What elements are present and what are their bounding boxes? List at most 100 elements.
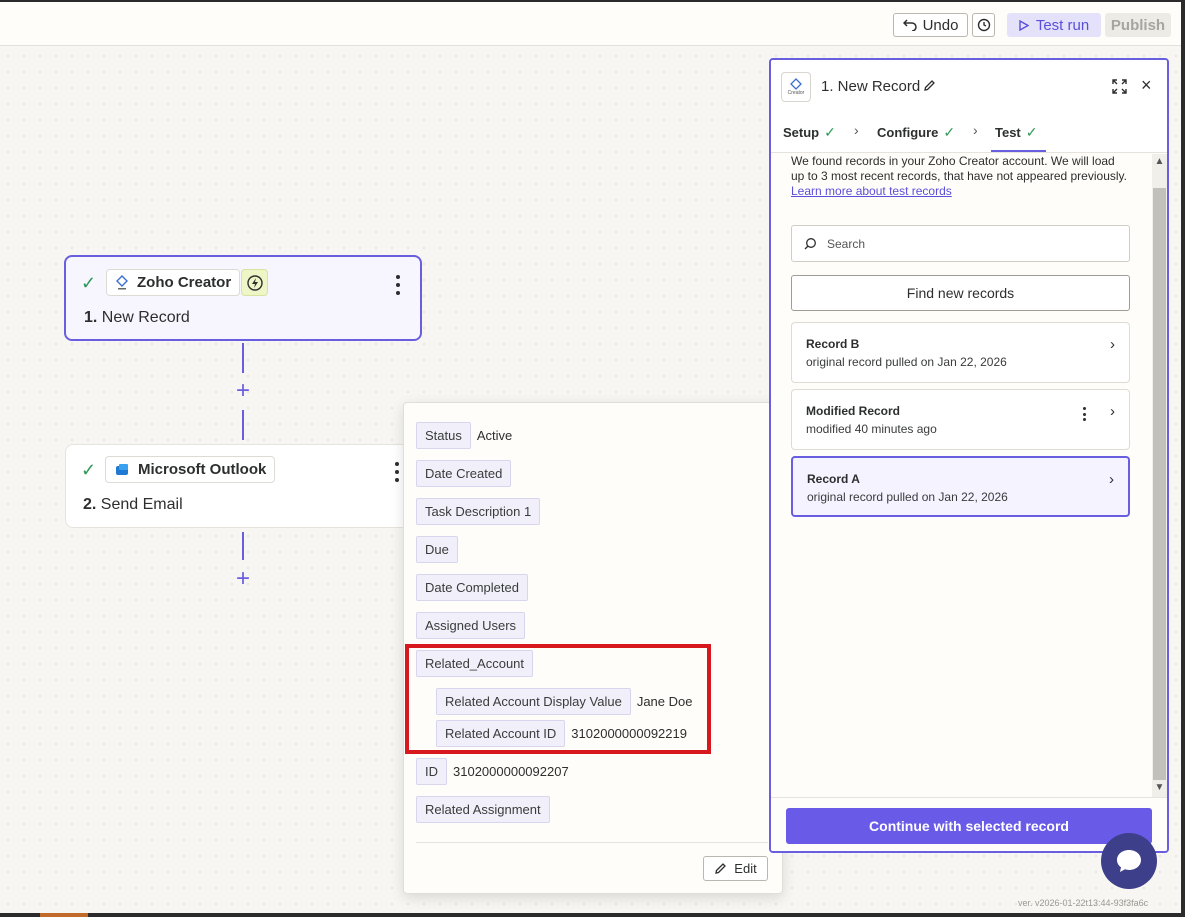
- connector-line: [242, 343, 244, 373]
- history-icon: [977, 18, 990, 32]
- check-icon: ✓: [81, 273, 97, 293]
- search-input[interactable]: Search: [791, 225, 1130, 262]
- step-menu-icon[interactable]: [394, 462, 400, 482]
- undo-label: Undo: [922, 16, 959, 34]
- rename-pencil-icon[interactable]: [923, 79, 936, 92]
- record-item-selected[interactable]: Record A original record pulled on Jan 2…: [791, 456, 1130, 517]
- panel-title: 1. New Record: [821, 78, 921, 95]
- record-title: Modified Record: [806, 404, 901, 418]
- highlight-annotation-box: [405, 644, 711, 754]
- continue-label: Continue with selected record: [869, 818, 1069, 834]
- field-label[interactable]: ID: [416, 758, 447, 785]
- intro-paragraph: We found records in your Zoho Creator ac…: [791, 154, 1127, 183]
- edit-button[interactable]: Edit: [703, 856, 768, 881]
- window-edge: [1181, 0, 1185, 917]
- app-name: Microsoft Outlook: [138, 461, 267, 478]
- undo-icon: [902, 19, 917, 31]
- pencil-icon: [715, 863, 727, 874]
- search-placeholder: Search: [827, 236, 866, 251]
- field-label[interactable]: Related Assignment: [416, 796, 550, 823]
- publish-button[interactable]: Publish: [1105, 13, 1171, 37]
- app-name: Zoho Creator: [137, 274, 232, 291]
- panel-tabs: Setup ✓ › Configure ✓ › Test ✓: [771, 118, 1167, 153]
- undo-button[interactable]: Undo: [893, 13, 968, 37]
- record-subtitle: original record pulled on Jan 22, 2026: [807, 490, 1008, 504]
- field-row: Assigned Users: [416, 612, 526, 639]
- close-icon[interactable]: ×: [1141, 75, 1152, 96]
- field-label[interactable]: Task Description 1: [416, 498, 541, 525]
- chat-support-button[interactable]: [1101, 833, 1157, 889]
- outlook-logo-icon: [116, 463, 128, 475]
- scroll-down-icon[interactable]: ▼: [1152, 782, 1167, 793]
- search-icon: [804, 238, 816, 250]
- connector-line: [242, 532, 244, 560]
- field-label[interactable]: Assigned Users: [416, 612, 526, 639]
- field-label[interactable]: Due: [416, 536, 458, 563]
- step-card-trigger[interactable]: ✓ Zoho Creator 1. New Record: [64, 255, 422, 341]
- field-row: Status Active: [416, 422, 512, 449]
- chevron-right-icon: ›: [973, 122, 978, 138]
- check-icon: ✓: [943, 124, 956, 140]
- field-value: 3102000000092207: [453, 764, 569, 779]
- record-fields-popover: Status Active Date Created Task Descript…: [403, 402, 783, 894]
- step-title: 1. New Record: [84, 309, 190, 327]
- connector-line: [242, 410, 244, 440]
- chevron-right-icon: ›: [1110, 336, 1115, 353]
- record-title: Record B: [806, 337, 860, 351]
- step-name: New Record: [101, 309, 190, 326]
- field-value: Active: [476, 428, 513, 443]
- field-row: ID 3102000000092207: [416, 758, 569, 785]
- record-menu-icon[interactable]: [1083, 407, 1087, 421]
- app-chip-zoho-creator: Zoho Creator: [106, 269, 241, 296]
- find-new-records-button[interactable]: Find new records: [791, 275, 1130, 311]
- field-row: Related Assignment: [416, 796, 550, 823]
- window-edge: [0, 913, 1185, 917]
- chat-icon: [1117, 850, 1141, 872]
- step-menu-icon[interactable]: [395, 275, 401, 295]
- panel-body: We found records in your Zoho Creator ac…: [771, 154, 1167, 794]
- version-text: ver. v2026-01-22t13:44-93f3fa6c: [1018, 898, 1149, 908]
- test-run-button[interactable]: Test run: [1007, 13, 1101, 37]
- tab-label: Test: [995, 125, 1021, 140]
- step-card-action[interactable]: ✓ Microsoft Outlook 2. Send Email: [65, 444, 421, 528]
- field-label[interactable]: Date Completed: [416, 574, 528, 601]
- field-label[interactable]: Date Created: [416, 460, 512, 487]
- continue-button[interactable]: Continue with selected record: [786, 808, 1152, 844]
- add-step-icon[interactable]: +: [233, 567, 253, 591]
- scroll-up-icon[interactable]: ▲: [1152, 156, 1167, 167]
- check-icon: ✓: [81, 460, 97, 480]
- chevron-right-icon: ›: [1110, 403, 1115, 420]
- tab-label: Setup: [783, 125, 820, 140]
- tab-test[interactable]: Test ✓: [995, 124, 1038, 141]
- expand-icon[interactable]: [1112, 79, 1127, 94]
- field-label[interactable]: Status: [416, 422, 471, 449]
- learn-more-link[interactable]: Learn more about test records: [791, 184, 952, 198]
- add-step-icon[interactable]: +: [233, 379, 253, 403]
- step-number: 1.: [84, 309, 98, 326]
- record-item[interactable]: Modified Record modified 40 minutes ago …: [791, 389, 1130, 450]
- chevron-right-icon: ›: [1109, 471, 1114, 488]
- test-run-label: Test run: [1035, 16, 1090, 34]
- app-logo-text: Creator: [787, 90, 805, 96]
- edit-label: Edit: [734, 861, 757, 876]
- scrollbar-thumb[interactable]: [1153, 188, 1166, 780]
- field-row: Date Created: [416, 460, 512, 487]
- trigger-badge: [241, 269, 268, 296]
- record-subtitle: modified 40 minutes ago: [806, 422, 937, 436]
- version-history-button[interactable]: [972, 13, 995, 37]
- tab-label: Configure: [877, 125, 939, 140]
- play-icon: [1019, 19, 1029, 31]
- zoho-creator-logo-icon: [116, 274, 128, 289]
- field-row: Due: [416, 536, 458, 563]
- bolt-icon: [246, 274, 263, 291]
- record-item[interactable]: Record B original record pulled on Jan 2…: [791, 322, 1130, 383]
- divider: [416, 842, 768, 843]
- record-subtitle: original record pulled on Jan 22, 2026: [806, 355, 1007, 369]
- tab-setup[interactable]: Setup ✓: [783, 124, 836, 141]
- taskbar-indicator: [40, 913, 88, 917]
- find-button-label: Find new records: [906, 285, 1015, 301]
- step-number: 2.: [83, 496, 97, 513]
- field-row: Task Description 1: [416, 498, 541, 525]
- panel-header: Creator 1. New Record × Setup ✓ › Config…: [771, 60, 1167, 153]
- tab-configure[interactable]: Configure ✓: [877, 124, 955, 141]
